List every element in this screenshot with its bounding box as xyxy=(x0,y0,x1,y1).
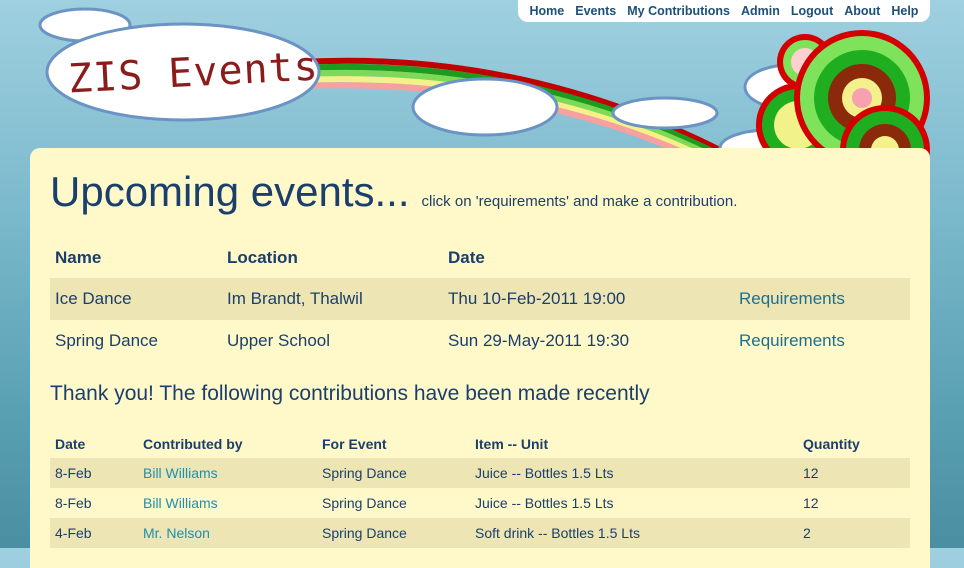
site-header: ZIS Events Home Events My Contributions … xyxy=(0,0,964,160)
nav-logout-link[interactable]: Logout xyxy=(791,4,833,18)
column-header-actions xyxy=(734,238,910,278)
contribution-quantity: 12 xyxy=(798,458,910,488)
contribution-date: 4-Feb xyxy=(50,518,138,548)
event-date: Thu 10-Feb-2011 19:00 xyxy=(443,278,734,320)
column-header-contributed-by: Contributed by xyxy=(143,436,243,452)
contributor-link[interactable]: Mr. Nelson xyxy=(143,525,210,541)
contribution-item: Juice -- Bottles 1.5 Lts xyxy=(470,458,798,488)
contributions-table: Date Contributed by For Event Item -- Un… xyxy=(50,430,910,548)
requirements-link[interactable]: Requirements xyxy=(739,289,845,308)
contributor-link[interactable]: Bill Williams xyxy=(143,465,218,481)
event-location: Upper School xyxy=(227,331,331,350)
table-row: 8-Feb Bill Williams Spring Dance Juice -… xyxy=(50,458,910,488)
event-location: Im Brandt, Thalwil xyxy=(222,278,443,320)
column-header-for-event: For Event xyxy=(322,436,387,452)
column-header-date: Date xyxy=(55,436,86,452)
event-name: Spring Dance xyxy=(55,331,159,350)
event-date: Sun 29-May-2011 19:30 xyxy=(448,331,630,350)
events-table: Name Location Date Ice Dance Im Brandt, … xyxy=(50,238,910,362)
nav-my-contributions-link[interactable]: My Contributions xyxy=(627,4,730,18)
contributor-link[interactable]: Bill Williams xyxy=(143,495,218,511)
contributions-heading: Thank you! The following contributions h… xyxy=(50,382,650,405)
contribution-item: Juice -- Bottles 1.5 Lts xyxy=(475,495,614,511)
page-title: Upcoming events... xyxy=(50,168,410,215)
nav-events-link[interactable]: Events xyxy=(575,4,616,18)
contribution-date: 8-Feb xyxy=(55,495,92,511)
table-row: 8-Feb Bill Williams Spring Dance Juice -… xyxy=(50,488,910,518)
column-header-item-unit: Item -- Unit xyxy=(475,436,549,452)
contribution-event: Spring Dance xyxy=(317,518,470,548)
contribution-item: Soft drink -- Bottles 1.5 Lts xyxy=(470,518,798,548)
table-row: Spring Dance Upper School Sun 29-May-201… xyxy=(50,320,910,362)
column-header-date: Date xyxy=(448,248,485,267)
nav-about-link[interactable]: About xyxy=(844,4,880,18)
content-panel: Upcoming events... click on 'requirement… xyxy=(30,148,930,568)
requirements-link[interactable]: Requirements xyxy=(739,331,845,350)
target-circles-graphic xyxy=(756,30,930,160)
contribution-quantity: 12 xyxy=(803,495,819,511)
nav-home-link[interactable]: Home xyxy=(530,4,565,18)
contribution-event: Spring Dance xyxy=(317,458,470,488)
column-header-name: Name xyxy=(55,248,102,267)
table-header-row: Date Contributed by For Event Item -- Un… xyxy=(50,430,910,458)
contribution-date: 8-Feb xyxy=(50,458,138,488)
event-name: Ice Dance xyxy=(50,278,222,320)
table-header-row: Name Location Date xyxy=(50,238,910,278)
nav-admin-link[interactable]: Admin xyxy=(741,4,780,18)
contribution-event: Spring Dance xyxy=(322,495,407,511)
column-header-quantity: Quantity xyxy=(803,436,860,452)
page-heading: Upcoming events... click on 'requirement… xyxy=(50,168,737,216)
column-header-location: Location xyxy=(227,248,298,267)
nav-help-link[interactable]: Help xyxy=(891,4,918,18)
table-row: Ice Dance Im Brandt, Thalwil Thu 10-Feb-… xyxy=(50,278,910,320)
page-hint: click on 'requirements' and make a contr… xyxy=(421,193,738,210)
contribution-quantity: 2 xyxy=(798,518,910,548)
table-row: 4-Feb Mr. Nelson Spring Dance Soft drink… xyxy=(50,518,910,548)
top-navigation: Home Events My Contributions Admin Logou… xyxy=(518,0,930,22)
